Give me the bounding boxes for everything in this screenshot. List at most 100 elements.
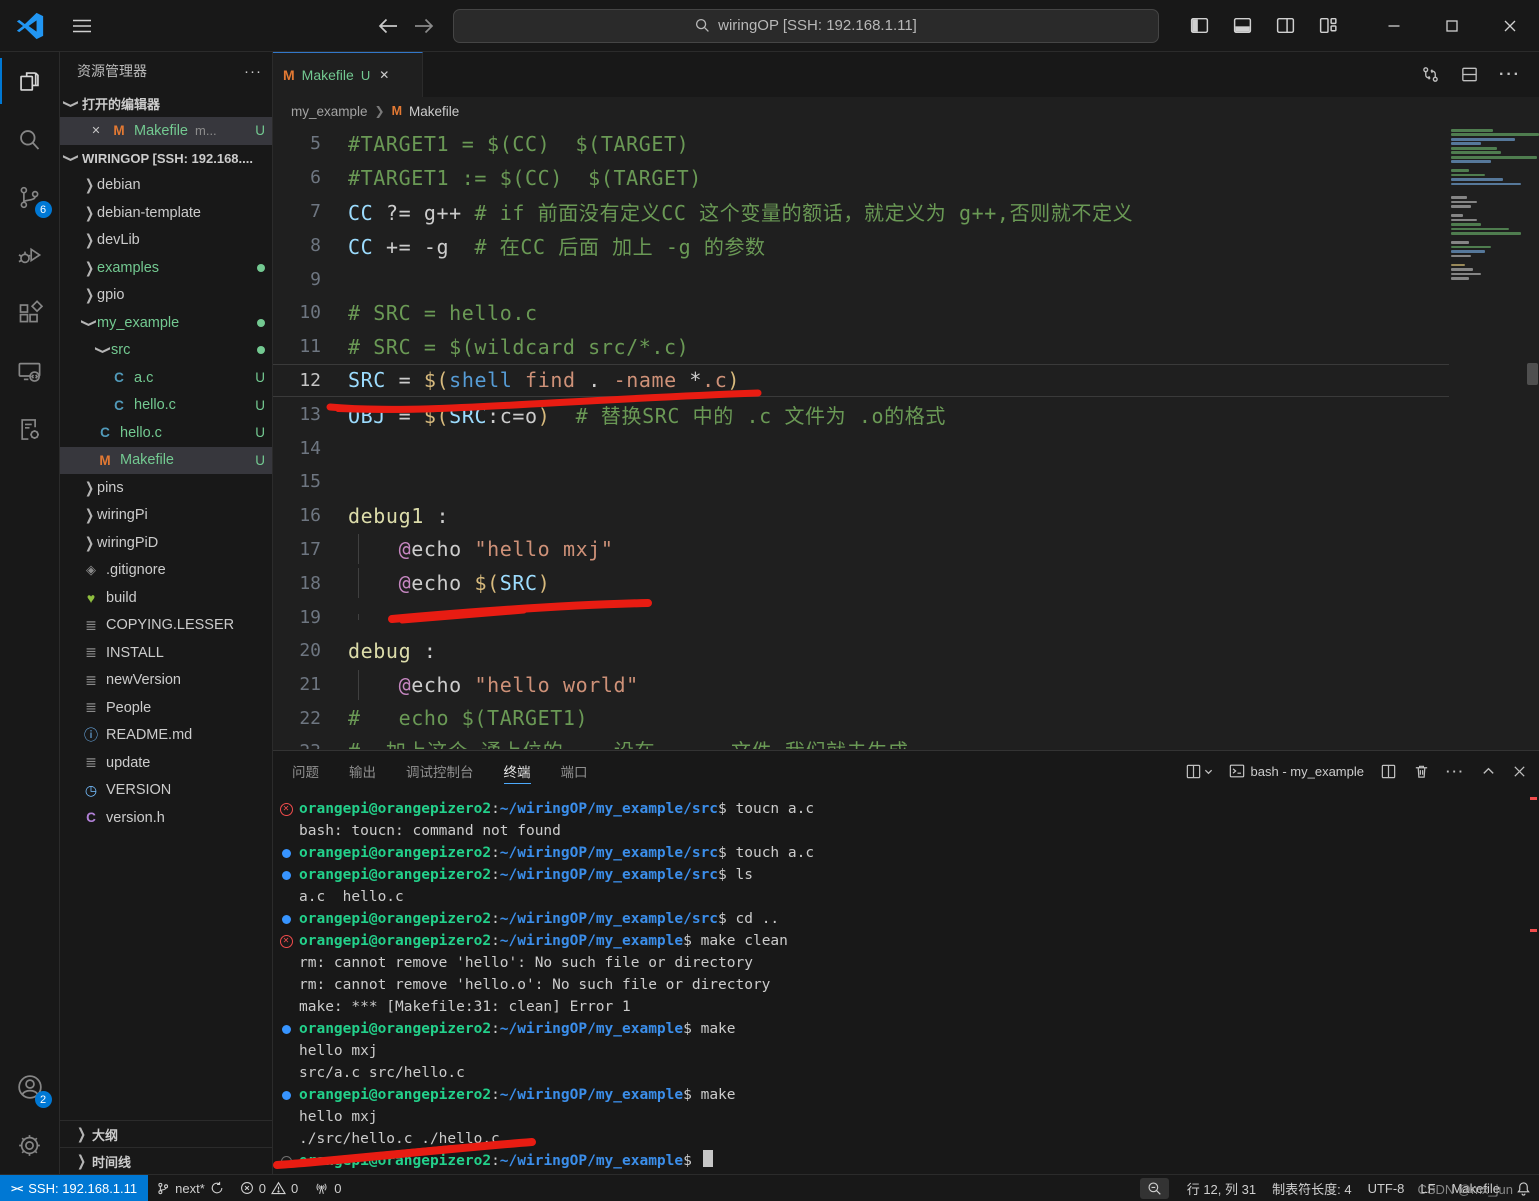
search-icon[interactable] (0, 110, 60, 168)
open-changes-icon[interactable] (1421, 65, 1440, 84)
explorer-icon[interactable] (0, 52, 60, 110)
toggle-panel-icon[interactable] (1232, 15, 1253, 36)
tab-close-icon[interactable]: ✕ (379, 68, 389, 82)
breadcrumb-folder[interactable]: my_example (291, 104, 368, 119)
tree-file-update[interactable]: ≣update (60, 749, 272, 777)
terminal-command-decoration[interactable] (273, 908, 299, 930)
tree-file-build[interactable]: ♥build (60, 584, 272, 612)
breadcrumb-file[interactable]: Makefile (409, 104, 459, 119)
tree-file-newVersion[interactable]: ≣newVersion (60, 667, 272, 695)
open-editor-item-makefile[interactable]: ✕ M Makefile m... U (60, 117, 272, 145)
tree-folder-src[interactable]: ❯src (60, 337, 272, 365)
tree-folder-pins[interactable]: ❯pins (60, 474, 272, 502)
tree-file-README.md[interactable]: ⓘREADME.md (60, 722, 272, 750)
panel-tab-终端[interactable]: 终端 (504, 751, 531, 791)
status-bar: >< SSH: 192.168.1.11 next* 0 0 0 行 12, 列… (0, 1174, 1539, 1201)
window-minimize-button[interactable] (1365, 0, 1423, 52)
code-text: # echo $(TARGET1) (348, 706, 588, 730)
tree-file-INSTALL[interactable]: ≣INSTALL (60, 639, 272, 667)
terminal-launch-profile-icon[interactable] (1185, 763, 1213, 780)
tree-folder-my_example[interactable]: ❯my_example (60, 309, 272, 337)
tree-file-hello.c[interactable]: Chello.cU (60, 392, 272, 420)
minimap[interactable] (1451, 129, 1525, 281)
terminal-command-decoration[interactable] (273, 1084, 299, 1106)
zoom-out-indicator-icon[interactable] (1140, 1178, 1169, 1199)
tree-folder-wiringPiD[interactable]: ❯wiringPiD (60, 529, 272, 557)
tree-file-COPYING.LESSER[interactable]: ≣COPYING.LESSER (60, 612, 272, 640)
tree-file-a.c[interactable]: Ca.cU (60, 364, 272, 392)
tree-folder-wiringPi[interactable]: ❯wiringPi (60, 502, 272, 530)
nav-back-icon[interactable] (377, 16, 399, 36)
terminal[interactable]: ✕orangepi@orangepizero2:~/wiringOP/my_ex… (273, 791, 1539, 1174)
terminal-instance-label[interactable]: bash - my_example (1229, 763, 1364, 779)
remote-explorer-icon[interactable] (0, 342, 60, 400)
window-close-button[interactable] (1481, 0, 1539, 52)
nav-forward-icon[interactable] (413, 16, 435, 36)
terminal-command-decoration[interactable] (273, 1018, 299, 1040)
source-control-icon[interactable]: 6 (0, 168, 60, 226)
tree-folder-gpio[interactable]: ❯gpio (60, 282, 272, 310)
workspace-root-header[interactable]: ❯ WIRINGOP [SSH: 192.168.... (60, 145, 272, 172)
line-number: 5 (273, 133, 348, 154)
breadcrumb[interactable]: my_example ❯ M Makefile (273, 97, 1539, 125)
command-center-search[interactable]: wiringOP [SSH: 192.168.1.11] (453, 9, 1159, 43)
editor-scrollbar[interactable] (1527, 363, 1538, 385)
explorer-more-actions-icon[interactable]: ··· (244, 63, 262, 80)
terminal-command-decoration[interactable]: ✕ (273, 798, 299, 820)
notifications-bell-icon[interactable] (1508, 1175, 1539, 1201)
terminal-command-decoration[interactable] (273, 842, 299, 864)
settings-gear-icon[interactable] (0, 1116, 60, 1174)
panel-maximize-icon[interactable] (1481, 764, 1496, 779)
account-icon[interactable]: 2 (0, 1058, 60, 1116)
tree-item-label: build (106, 590, 137, 606)
cursor-position-status[interactable]: 行 12, 列 31 (1179, 1175, 1264, 1201)
code-editor[interactable]: 5#TARGET1 = $(CC) $(TARGET)6#TARGET1 := … (273, 125, 1539, 750)
run-debug-icon[interactable] (0, 226, 60, 284)
sidebar-section-大纲[interactable]: ❯大纲 (60, 1120, 272, 1147)
tree-folder-examples[interactable]: ❯examples (60, 254, 272, 282)
language-mode-status[interactable]: Makefile (1444, 1175, 1508, 1201)
open-editors-header[interactable]: ❯ 打开的编辑器 (60, 90, 272, 117)
tree-folder-devLib[interactable]: ❯devLib (60, 227, 272, 255)
tab-makefile[interactable]: M Makefile U ✕ (273, 52, 423, 97)
tree-file-People[interactable]: ≣People (60, 694, 272, 722)
encoding-status[interactable]: UTF-8 (1360, 1175, 1413, 1201)
git-branch-status[interactable]: next* (148, 1175, 232, 1201)
terminal-command-decoration[interactable] (273, 864, 299, 886)
panel-close-icon[interactable] (1512, 764, 1527, 779)
extensions-icon[interactable] (0, 284, 60, 342)
panel-tab-调试控制台[interactable]: 调试控制台 (406, 751, 474, 791)
tree-file-.gitignore[interactable]: ◈.gitignore (60, 557, 272, 585)
make-tools-icon[interactable] (0, 400, 60, 458)
tree-folder-debian-template[interactable]: ❯debian-template (60, 199, 272, 227)
window-maximize-button[interactable] (1423, 0, 1481, 52)
close-icon[interactable]: ✕ (88, 124, 104, 137)
terminal-command-decoration (273, 886, 299, 908)
sidebar-section-时间线[interactable]: ❯时间线 (60, 1147, 272, 1174)
kill-terminal-trash-icon[interactable] (1413, 763, 1430, 780)
problems-status[interactable]: 0 0 (232, 1175, 306, 1201)
split-editor-icon[interactable] (1460, 65, 1479, 84)
editor-more-actions-icon[interactable]: ··· (1499, 66, 1521, 84)
menu-hamburger-icon[interactable] (60, 18, 104, 34)
panel-more-actions-icon[interactable]: ··· (1446, 764, 1465, 779)
toggle-sidebar-icon[interactable] (1189, 15, 1210, 36)
toggle-secondary-sidebar-icon[interactable] (1275, 15, 1296, 36)
tree-file-hello.c[interactable]: Chello.cU (60, 419, 272, 447)
split-terminal-icon[interactable] (1380, 763, 1397, 780)
remote-indicator[interactable]: >< SSH: 192.168.1.11 (0, 1175, 148, 1201)
indentation-status[interactable]: 制表符长度: 4 (1264, 1175, 1359, 1201)
terminal-command-decoration[interactable]: ✕ (273, 930, 299, 952)
terminal-command-decoration[interactable] (273, 1150, 299, 1172)
customize-layout-icon[interactable] (1318, 15, 1339, 36)
panel-tab-问题[interactable]: 问题 (292, 751, 319, 791)
ports-status[interactable]: 0 (306, 1175, 349, 1201)
tree-file-Makefile[interactable]: MMakefileU (60, 447, 272, 475)
tree-file-version.h[interactable]: Cversion.h (60, 804, 272, 832)
tree-folder-debian[interactable]: ❯debian (60, 172, 272, 200)
tree-file-VERSION[interactable]: ◷VERSION (60, 777, 272, 805)
eol-status[interactable]: LF (1412, 1175, 1443, 1201)
minimap-line (1451, 129, 1493, 132)
panel-tab-输出[interactable]: 输出 (349, 751, 376, 791)
panel-tab-端口[interactable]: 端口 (561, 751, 588, 791)
